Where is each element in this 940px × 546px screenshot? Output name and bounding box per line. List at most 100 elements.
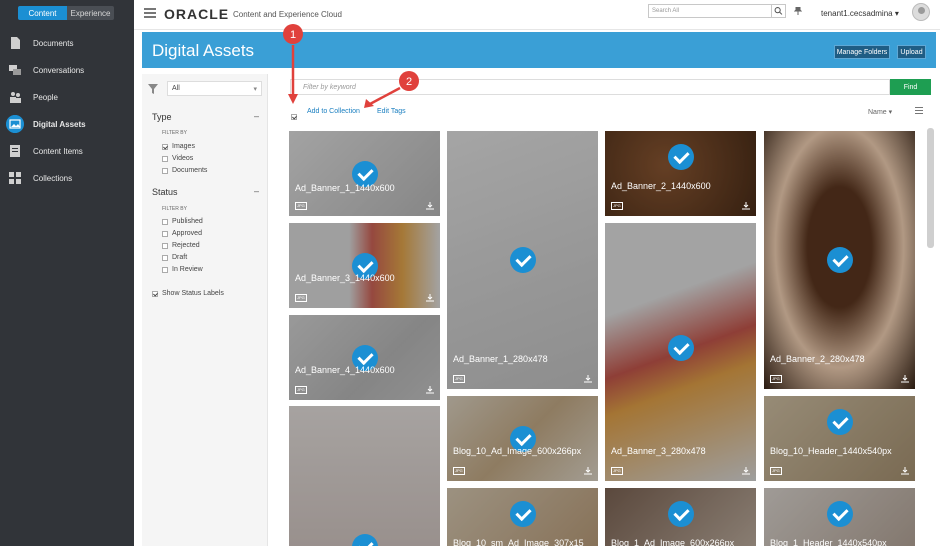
asset-tile[interactable]: Ad_Banner_2_1440x600 JPG: [605, 131, 756, 216]
status-heading: Status: [152, 187, 178, 197]
annotation-arrowhead-1: [288, 94, 298, 104]
sidebar-item-content-items[interactable]: Content Items: [0, 140, 134, 162]
file-type-badge: JPG: [611, 202, 623, 210]
asset-tile[interactable]: Blog_1_Ad_Image_600x266px: [605, 488, 756, 546]
sidebar-item-digital-assets[interactable]: Digital Assets: [0, 113, 134, 135]
collapse-status-icon[interactable]: –: [254, 186, 259, 196]
scrollbar[interactable]: [927, 128, 934, 248]
option-label: Rejected: [172, 242, 200, 249]
view-options-icon[interactable]: [915, 107, 923, 114]
user-menu[interactable]: tenant1.cecsadmina ▾: [821, 9, 899, 18]
status-option-in-review[interactable]: In Review: [162, 266, 203, 273]
download-icon[interactable]: [584, 375, 592, 383]
images-checkbox[interactable]: [162, 143, 168, 150]
sidebar-item-conversations[interactable]: Conversations: [0, 59, 134, 81]
status-option-draft[interactable]: Draft: [162, 254, 187, 261]
selected-check-icon[interactable]: [667, 501, 694, 527]
chevron-down-icon: ▾: [894, 9, 899, 18]
sidebar-item-documents[interactable]: Documents: [0, 32, 134, 54]
videos-checkbox[interactable]: [162, 155, 168, 162]
type-option-videos[interactable]: Videos: [162, 155, 193, 162]
asset-tile[interactable]: Ad_Banner_1_280x478 JPG: [447, 131, 598, 389]
hamburger-menu-icon[interactable]: [144, 8, 156, 18]
selected-check-icon[interactable]: [509, 247, 536, 273]
search-icon[interactable]: [772, 4, 786, 18]
collections-icon: [9, 172, 21, 184]
select-all-checkbox[interactable]: [291, 107, 301, 125]
download-icon[interactable]: [901, 375, 909, 383]
asset-tile[interactable]: Ad_Banner_3_280x478 JPG: [605, 223, 756, 481]
tab-content[interactable]: Content: [18, 6, 67, 20]
type-option-images[interactable]: Images: [162, 143, 195, 150]
download-icon[interactable]: [426, 202, 434, 210]
add-to-collection-link[interactable]: Add to Collection: [307, 108, 360, 115]
tab-experience[interactable]: Experience: [67, 6, 114, 20]
status-option-rejected[interactable]: Rejected: [162, 242, 200, 249]
manage-folders-button[interactable]: Manage Folders: [834, 45, 890, 59]
download-icon[interactable]: [742, 202, 750, 210]
show-status-labels-checkbox[interactable]: [152, 290, 158, 297]
annotation-arrowhead-2: [364, 99, 374, 108]
asset-tile[interactable]: Ad_Banner_3_1440x600 JPG: [289, 223, 440, 308]
download-icon[interactable]: [584, 467, 592, 475]
download-icon[interactable]: [426, 386, 434, 394]
global-search-input[interactable]: Search All: [648, 4, 772, 18]
pin-icon[interactable]: [794, 7, 802, 15]
asset-tile[interactable]: Blog_10_sm_Ad_Image_307x15: [447, 488, 598, 546]
selected-check-icon[interactable]: [826, 247, 853, 273]
download-icon[interactable]: [901, 467, 909, 475]
edit-tags-link[interactable]: Edit Tags: [377, 108, 406, 115]
asset-tile[interactable]: Blog_10_Ad_Image_600x266px JPG: [447, 396, 598, 481]
asset-tile[interactable]: Ad_Banner_4_1440x600 JPG: [289, 315, 440, 400]
asset-tile[interactable]: [289, 406, 440, 546]
option-label: Images: [172, 143, 195, 150]
avatar[interactable]: [912, 3, 930, 21]
approved-checkbox[interactable]: [162, 230, 168, 237]
filter-icon[interactable]: [148, 84, 158, 94]
image-icon: [6, 115, 24, 133]
download-icon[interactable]: [742, 467, 750, 475]
sidebar: Content Experience Documents Conversatio…: [0, 0, 134, 546]
asset-name: Ad_Banner_3_280x478: [611, 446, 706, 456]
in-review-checkbox[interactable]: [162, 266, 168, 273]
asset-tile[interactable]: Blog_1_Header_1440x540px: [764, 488, 915, 546]
sort-select[interactable]: Name ▾: [868, 108, 892, 116]
keyword-search-input[interactable]: Filter by keyword: [290, 79, 890, 95]
published-checkbox[interactable]: [162, 218, 168, 225]
asset-name: Blog_1_Header_1440x540px: [770, 538, 887, 546]
content-items-icon: [10, 145, 20, 157]
sidebar-item-collections[interactable]: Collections: [0, 167, 134, 189]
option-label: Videos: [172, 155, 194, 162]
selected-check-icon[interactable]: [826, 501, 853, 527]
rejected-checkbox[interactable]: [162, 242, 168, 249]
asset-name: Ad_Banner_1_1440x600: [295, 183, 395, 193]
sidebar-item-label: Documents: [33, 38, 74, 48]
option-label: Published: [172, 218, 203, 225]
type-option-documents[interactable]: Documents: [162, 167, 207, 174]
upload-button[interactable]: Upload: [897, 45, 926, 59]
status-option-approved[interactable]: Approved: [162, 230, 202, 237]
file-type-badge: JPG: [295, 294, 307, 302]
asset-name: Ad_Banner_2_280x478: [770, 354, 865, 364]
show-status-labels-toggle[interactable]: Show Status Labels: [152, 290, 224, 297]
asset-tile[interactable]: Ad_Banner_1_1440x600 JPG: [289, 131, 440, 216]
file-type-badge: JPG: [770, 467, 782, 475]
asset-name: Blog_10_Ad_Image_600x266px: [453, 446, 582, 456]
download-icon[interactable]: [426, 294, 434, 302]
file-type-badge: JPG: [770, 375, 782, 383]
draft-checkbox[interactable]: [162, 254, 168, 261]
page-header: Digital Assets Manage Folders Upload: [142, 32, 936, 68]
sidebar-item-people[interactable]: People: [0, 86, 134, 108]
selected-check-icon[interactable]: [826, 409, 853, 435]
asset-tile[interactable]: Ad_Banner_2_280x478 JPG: [764, 131, 915, 389]
scope-select[interactable]: All ▾: [167, 81, 262, 96]
selected-check-icon[interactable]: [667, 335, 694, 361]
collapse-type-icon[interactable]: –: [254, 111, 259, 121]
selected-check-icon[interactable]: [509, 501, 536, 527]
people-icon: [10, 92, 21, 103]
selected-check-icon[interactable]: [667, 144, 694, 170]
documents-checkbox[interactable]: [162, 167, 168, 174]
find-button[interactable]: Find: [890, 79, 931, 95]
asset-tile[interactable]: Blog_10_Header_1440x540px JPG: [764, 396, 915, 481]
status-option-published[interactable]: Published: [162, 218, 203, 225]
